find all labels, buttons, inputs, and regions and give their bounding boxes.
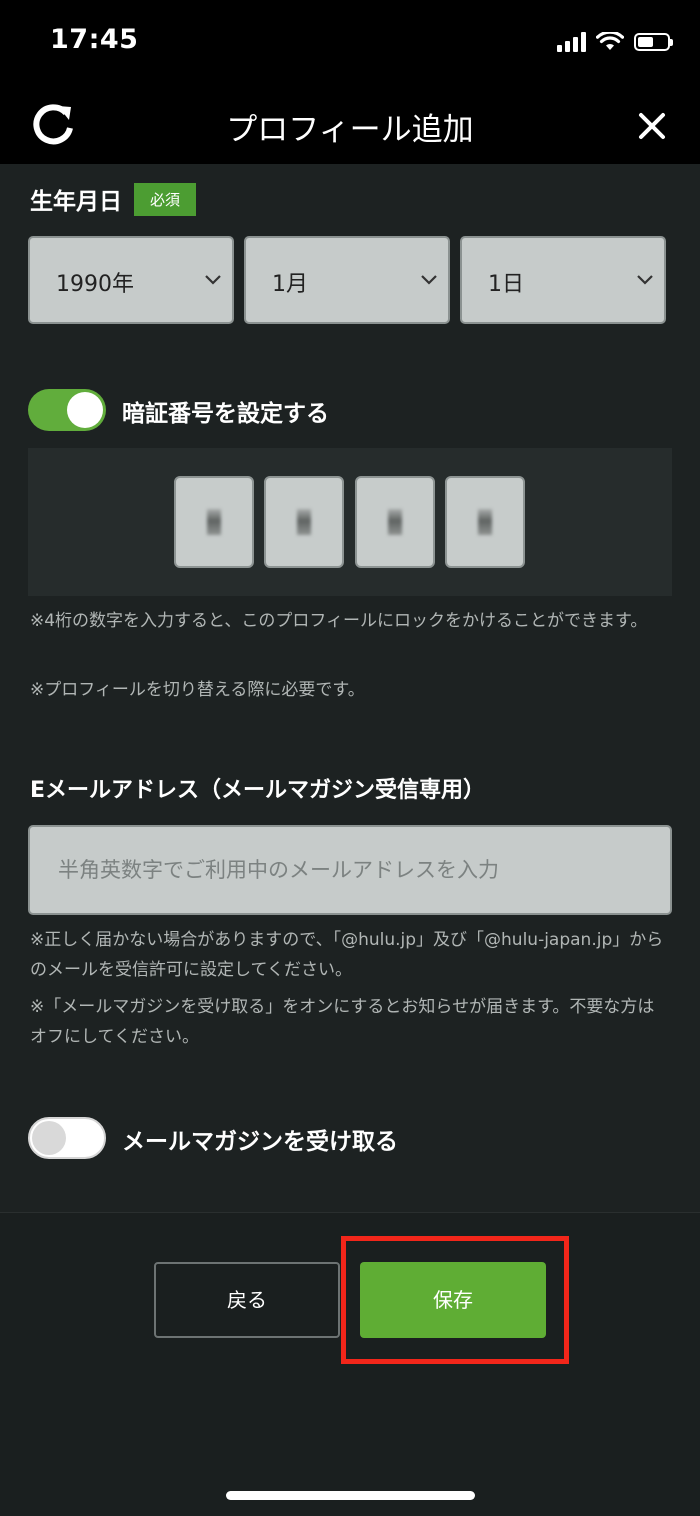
status-time: 17:45	[50, 24, 139, 55]
email-note-2: ※「メールマガジンを受け取る」をオンにするとお知らせが届きます。不要な方はオフに…	[30, 997, 655, 1047]
cellular-signal-icon	[557, 32, 586, 52]
pin-digit-2[interactable]	[264, 476, 344, 568]
birthday-label: 生年月日	[30, 189, 122, 215]
birth-month-select[interactable]: 1月	[244, 236, 450, 324]
page-title: プロフィール追加	[226, 112, 474, 148]
close-icon[interactable]	[632, 106, 672, 146]
battery-icon	[634, 33, 673, 51]
pin-digit-1[interactable]	[174, 476, 254, 568]
email-field[interactable]: 半角英数字でご利用中のメールアドレスを入力	[28, 825, 672, 915]
status-bar: 17:45	[0, 0, 700, 86]
chevron-down-icon	[637, 275, 653, 285]
chevron-down-icon	[421, 275, 437, 285]
newsletter-toggle[interactable]	[28, 1117, 106, 1159]
email-label: Eメールアドレス（メールマガジン受信専用）	[30, 778, 486, 803]
back-button[interactable]: 戻る	[154, 1262, 340, 1338]
chevron-down-icon	[205, 275, 221, 285]
birth-year-select[interactable]: 1990年	[28, 236, 234, 324]
birth-year-value: 1990年	[56, 272, 134, 297]
save-button-highlight	[341, 1236, 569, 1364]
toggle-knob	[67, 392, 103, 428]
pin-toggle-label: 暗証番号を設定する	[122, 401, 329, 427]
birthday-label-row: 生年月日 必須	[30, 182, 197, 216]
wifi-icon	[596, 32, 624, 50]
newsletter-toggle-label: メールマガジンを受け取る	[122, 1129, 398, 1155]
status-icons	[557, 32, 673, 52]
email-note-1: ※正しく届かない場合がありますので、「@hulu.jp」及び「@hulu-jap…	[30, 930, 664, 980]
pin-digit-3[interactable]	[355, 476, 435, 568]
pin-note-1: ※4桁の数字を入力すると、このプロフィールにロックをかけることができます。	[30, 611, 648, 631]
birth-month-value: 1月	[272, 272, 308, 297]
required-badge: 必須	[134, 182, 197, 216]
pin-toggle[interactable]	[28, 389, 106, 431]
nav-bar: プロフィール追加	[0, 86, 700, 164]
pin-digit-4[interactable]	[445, 476, 525, 568]
home-indicator[interactable]	[226, 1491, 475, 1500]
birth-day-select[interactable]: 1日	[460, 236, 666, 324]
pin-note-2: ※プロフィールを切り替える際に必要です。	[30, 680, 365, 700]
toggle-knob	[32, 1121, 66, 1155]
birth-day-value: 1日	[488, 272, 524, 297]
pin-entry-area	[28, 448, 672, 596]
